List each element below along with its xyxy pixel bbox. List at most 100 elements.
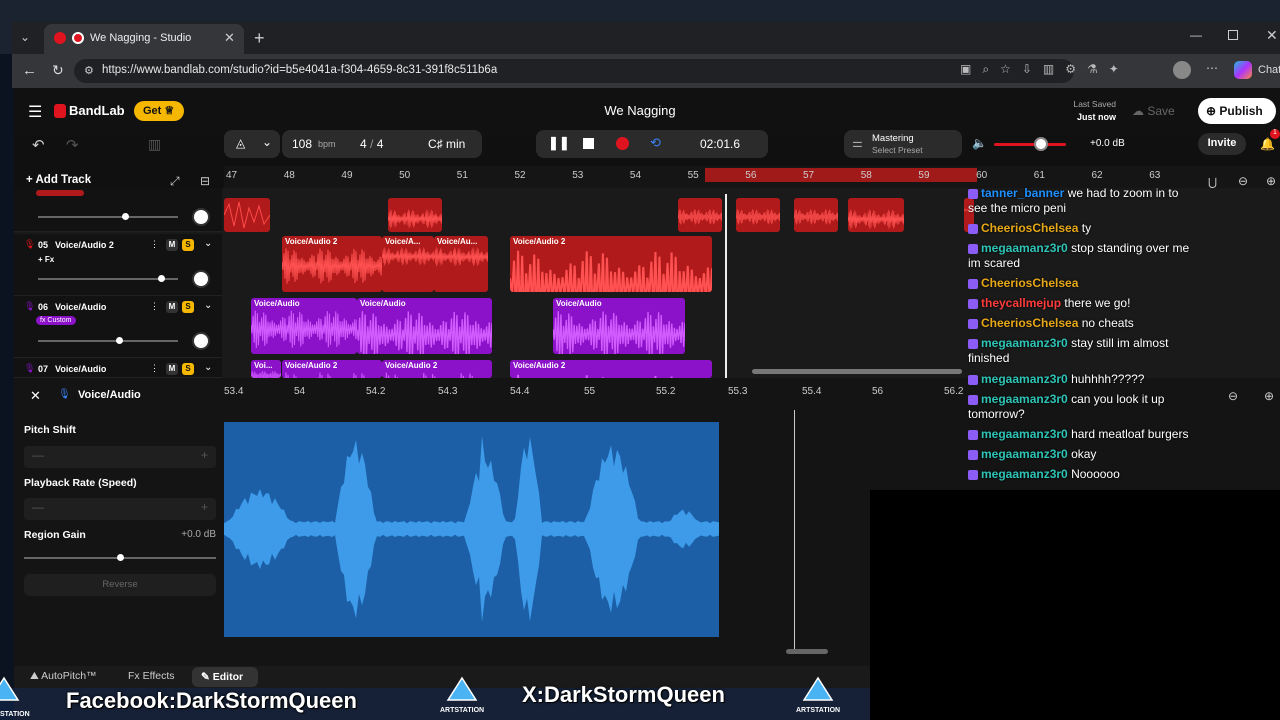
mute-button[interactable]: M	[166, 301, 178, 313]
redo-icon[interactable]: ↷	[66, 136, 79, 154]
save-button[interactable]: ☁ Save	[1124, 99, 1190, 123]
pan-knob[interactable]	[192, 270, 210, 288]
ruler-bar-number[interactable]: 58	[861, 170, 872, 181]
close-tab-icon[interactable]: ✕	[224, 30, 235, 46]
tab-effects[interactable]: Fx Effects	[128, 670, 175, 682]
tab-editor[interactable]: ✎ Editor	[192, 667, 258, 687]
editor-ruler-tick[interactable]: 54.4	[510, 386, 529, 397]
playback-rate-stepper[interactable]: — +	[24, 498, 216, 520]
solo-button[interactable]: S	[182, 363, 194, 375]
pan-knob[interactable]	[192, 332, 210, 350]
time-signature[interactable]: 4 / 4	[360, 137, 383, 151]
horizontal-scrollbar[interactable]	[752, 369, 962, 374]
audio-clip[interactable]	[736, 198, 780, 232]
hamburger-menu-icon[interactable]: ☰	[28, 102, 42, 122]
track-name[interactable]: Voice/Audio	[55, 302, 106, 312]
editor-scrollbar[interactable]	[786, 649, 828, 654]
track-menu-icon[interactable]: ⋮	[150, 363, 159, 374]
mute-button[interactable]: M	[166, 239, 178, 251]
ruler-bar-number[interactable]: 59	[918, 170, 929, 181]
ruler-bar-number[interactable]: 61	[1034, 170, 1045, 181]
get-membership-button[interactable]: Get ♕	[134, 101, 184, 121]
url-field[interactable]: ⚙ https://www.bandlab.com/studio?id=b5e4…	[74, 59, 1074, 83]
audio-clip[interactable]	[388, 198, 442, 232]
ruler-bar-number[interactable]: 62	[1092, 170, 1103, 181]
editor-ruler-tick[interactable]: 55.3	[728, 386, 747, 397]
invite-button[interactable]: Invite	[1198, 133, 1246, 155]
browser-tab[interactable]: We Nagging - Studio ✕	[44, 24, 244, 54]
expand-icon[interactable]: ⌄	[204, 362, 212, 373]
add-track-button[interactable]: + Add Track	[26, 174, 91, 186]
editor-waveform[interactable]	[224, 422, 719, 637]
track-name[interactable]: Voice/Audio	[55, 364, 106, 374]
editor-playhead[interactable]	[794, 410, 795, 650]
track-menu-icon[interactable]: ⋮	[150, 301, 159, 312]
editor-ruler-tick[interactable]: 53.4	[224, 386, 243, 397]
ruler-bar-number[interactable]: 49	[341, 170, 352, 181]
audio-clip[interactable]	[678, 198, 722, 232]
add-fx-button[interactable]: + Fx	[38, 255, 54, 264]
ruler-bar-number[interactable]: 60	[976, 170, 987, 181]
audio-clip[interactable]: Voice/Audio 2	[282, 360, 382, 378]
track-volume-slider-04[interactable]	[38, 213, 178, 220]
editor-ruler-tick[interactable]: 54.3	[438, 386, 457, 397]
ruler-bar-number[interactable]: 52	[515, 170, 526, 181]
bell-icon[interactable]: 🔔	[1260, 137, 1275, 151]
audio-clip[interactable]: Voice/Audio	[357, 298, 492, 354]
audio-clip[interactable]: Voice/A...	[382, 236, 434, 292]
project-title[interactable]: We Nagging	[580, 103, 700, 118]
close-editor-icon[interactable]: ✕	[30, 388, 41, 404]
editor-ruler-tick[interactable]: 54.2	[366, 386, 385, 397]
back-icon[interactable]: ←	[22, 62, 37, 79]
playhead-line[interactable]	[725, 194, 727, 378]
audio-clip[interactable]	[848, 198, 904, 232]
audio-clip[interactable]: Voi...	[251, 360, 281, 378]
mute-button[interactable]: M	[166, 363, 178, 375]
ruler-bar-number[interactable]: 47	[226, 170, 237, 181]
track-volume-slider[interactable]	[38, 337, 178, 344]
ruler-bar-number[interactable]: 54	[630, 170, 641, 181]
pitch-shift-stepper[interactable]: — +	[24, 446, 216, 468]
close-window-icon[interactable]: ✕	[1266, 27, 1278, 44]
ruler-bar-number[interactable]: 56	[745, 170, 756, 181]
region-gain-slider[interactable]	[24, 554, 216, 561]
mixer-icon[interactable]: ▥	[148, 136, 161, 153]
audio-clip[interactable]	[794, 198, 838, 232]
ruler-bar-number[interactable]: 57	[803, 170, 814, 181]
record-icon[interactable]	[616, 137, 629, 150]
profile-avatar[interactable]	[1173, 61, 1191, 79]
ruler-bar-number[interactable]: 50	[399, 170, 410, 181]
new-tab-button[interactable]: +	[254, 28, 265, 49]
audio-clip[interactable]: Voice/Audio 2	[510, 236, 712, 292]
site-info-icon[interactable]: ⚙	[84, 64, 94, 77]
master-volume-slider[interactable]	[994, 137, 1066, 151]
reverse-button[interactable]: Reverse	[24, 574, 216, 596]
ruler-bar-number[interactable]: 63	[1149, 170, 1160, 181]
tab-list-button[interactable]: ⌄	[20, 30, 36, 46]
editor-ruler-tick[interactable]: 55.2	[656, 386, 675, 397]
reload-icon[interactable]: ↻	[52, 62, 64, 79]
audio-clip[interactable]: Voice/Au...	[434, 236, 488, 292]
expand-icon[interactable]: ⌄	[204, 300, 212, 311]
editor-ruler-tick[interactable]: 56.2	[944, 386, 963, 397]
metronome-icon[interactable]: ◬	[236, 136, 245, 150]
menu-icon[interactable]: ⋯	[1206, 61, 1218, 75]
copilot-icon[interactable]	[1234, 61, 1252, 79]
brand-name[interactable]: BandLab	[69, 103, 125, 118]
audio-clip[interactable]: Voice/Audio 2	[282, 236, 382, 292]
track-menu-icon[interactable]: ⋮	[150, 239, 159, 250]
editor-ruler-tick[interactable]: 54	[294, 386, 305, 397]
audio-clip[interactable]: Voice/Audio 2	[510, 360, 712, 378]
key-selector[interactable]: C♯ min	[428, 137, 465, 151]
ruler-bar-number[interactable]: 55	[688, 170, 699, 181]
audio-clip[interactable]: Voice/Audio 2	[382, 360, 492, 378]
speaker-icon[interactable]: 🔈	[972, 136, 987, 150]
solo-button[interactable]: S	[182, 239, 194, 251]
audio-clip[interactable]: Voice/Audio	[553, 298, 685, 354]
publish-button[interactable]: ⊕ Publish	[1198, 98, 1276, 124]
track-volume-slider[interactable]	[38, 275, 178, 282]
audio-clip[interactable]: Voice/Audio	[251, 298, 357, 354]
minimize-icon[interactable]: —	[1190, 28, 1202, 42]
bpm-value[interactable]: 108	[292, 137, 312, 151]
solo-button[interactable]: S	[182, 301, 194, 313]
